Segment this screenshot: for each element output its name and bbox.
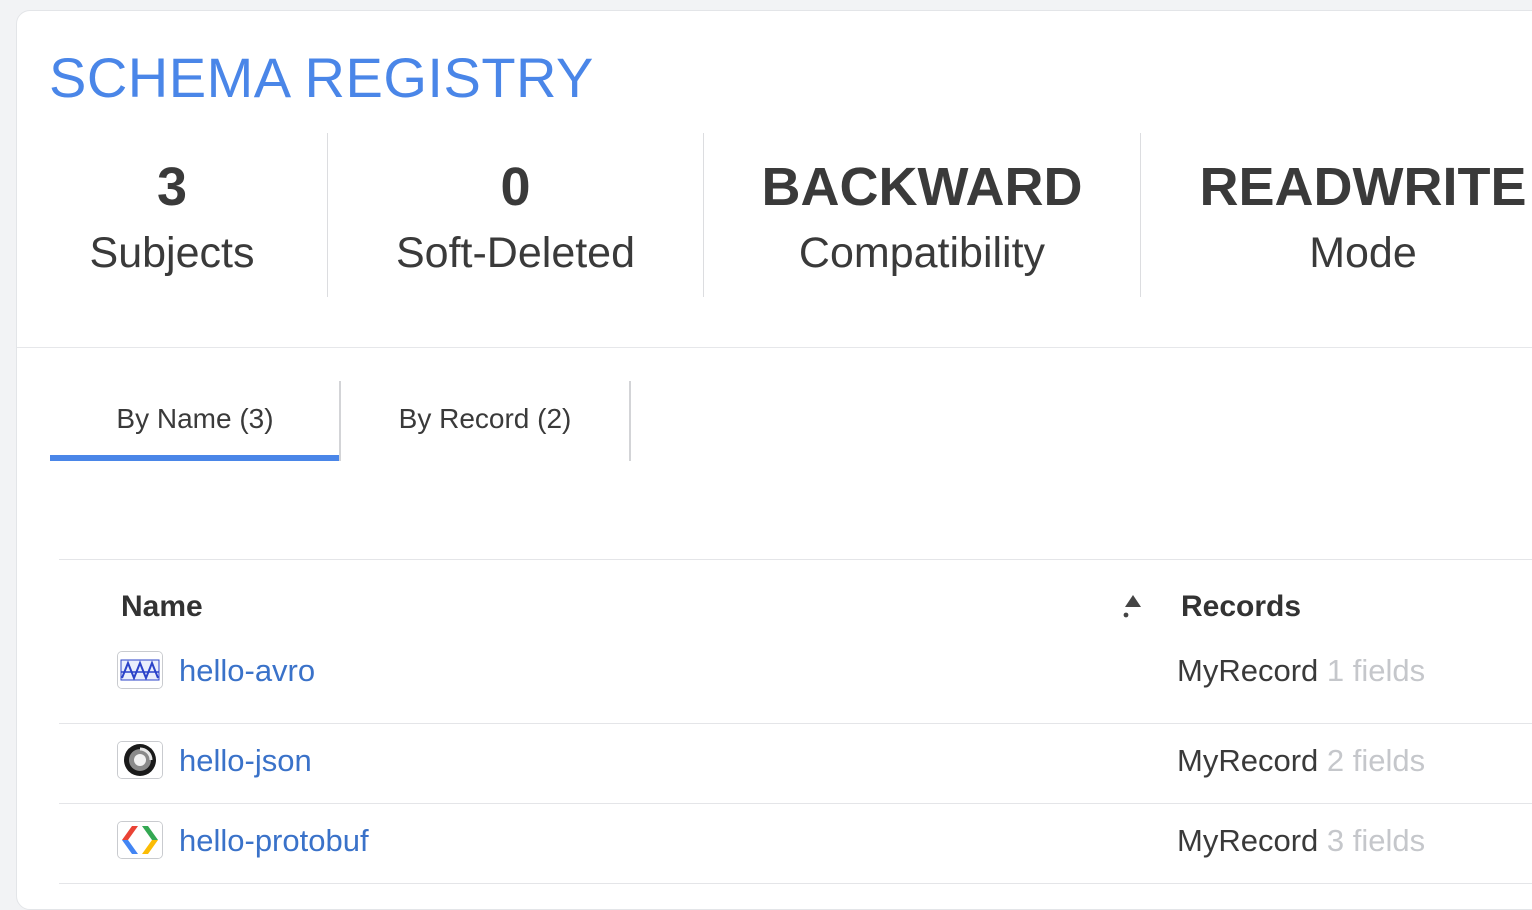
stat-soft-deleted: 0 Soft-Deleted xyxy=(328,133,703,297)
record-field-count: 1 xyxy=(1326,653,1345,688)
sort-up-icon[interactable] xyxy=(1123,593,1143,619)
record-summary: MyRecord 1 fields xyxy=(1177,651,1425,691)
record-field-count: 2 xyxy=(1326,743,1345,778)
record-name[interactable]: MyRecord xyxy=(1177,743,1318,778)
record-fields-label: fields xyxy=(1352,823,1426,858)
stat-subjects: 3 Subjects xyxy=(17,133,327,297)
stat-value: READWRITE xyxy=(1199,157,1527,217)
table-row: hello-avro MyRecord 1 fields xyxy=(59,643,1532,723)
section-divider xyxy=(17,347,1532,348)
stat-label: Subjects xyxy=(89,229,255,277)
record-name[interactable]: MyRecord xyxy=(1177,653,1318,688)
stats-bar: 3 Subjects 0 Soft-Deleted BACKWARD Compa… xyxy=(17,133,1532,297)
subject-link[interactable]: hello-avro xyxy=(179,651,315,691)
record-fields-label: fields xyxy=(1352,653,1426,688)
column-header-records[interactable]: Records xyxy=(1181,587,1301,627)
column-header-name[interactable]: Name xyxy=(121,587,203,627)
stat-value: 3 xyxy=(156,157,188,217)
row-divider xyxy=(59,883,1532,884)
record-summary: MyRecord 3 fields xyxy=(1177,821,1425,861)
record-field-count: 3 xyxy=(1326,823,1345,858)
stat-compatibility: BACKWARD Compatibility xyxy=(704,133,1140,297)
table-row: hello-protobuf MyRecord 3 fields xyxy=(59,803,1532,883)
record-summary: MyRecord 2 fields xyxy=(1177,741,1425,781)
stat-mode: READWRITE Mode xyxy=(1141,133,1532,297)
schema-registry-card: SCHEMA REGISTRY 3 Subjects 0 Soft-Delete… xyxy=(16,10,1532,910)
active-tab-indicator xyxy=(50,455,340,461)
tab-by-record[interactable]: By Record (2) xyxy=(341,381,629,461)
page-title: SCHEMA REGISTRY xyxy=(49,46,594,109)
tab-label: By Record (2) xyxy=(398,403,572,434)
tab-separator xyxy=(629,381,631,461)
stat-label: Compatibility xyxy=(798,229,1046,277)
tab-label: By Name (3) xyxy=(116,403,274,434)
avro-logo-icon xyxy=(117,651,163,689)
table-top-divider xyxy=(59,559,1532,560)
subject-link[interactable]: hello-protobuf xyxy=(179,821,369,861)
stat-label: Mode xyxy=(1309,229,1417,277)
subject-link[interactable]: hello-json xyxy=(179,741,312,781)
json-logo-icon xyxy=(117,741,163,779)
tab-by-name[interactable]: By Name (3) xyxy=(50,381,340,461)
stat-value: BACKWARD xyxy=(761,157,1083,217)
stat-value: 0 xyxy=(500,157,531,217)
protobuf-logo-icon xyxy=(117,821,163,859)
stat-label: Soft-Deleted xyxy=(395,229,636,277)
record-name[interactable]: MyRecord xyxy=(1177,823,1318,858)
table-row: hello-json MyRecord 2 fields xyxy=(59,723,1532,803)
record-fields-label: fields xyxy=(1352,743,1426,778)
